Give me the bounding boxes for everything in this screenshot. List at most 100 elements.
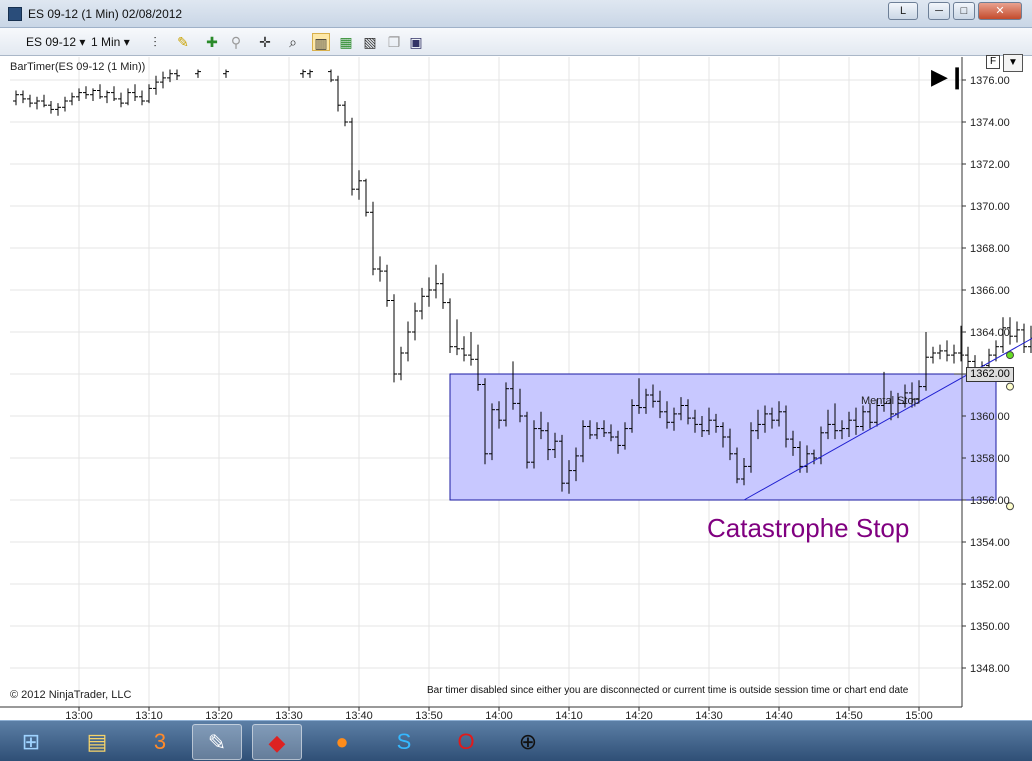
instrument-selector[interactable]: ES 09-12 ▾	[26, 32, 85, 52]
firefox-icon[interactable]: ●	[317, 724, 367, 760]
close-button[interactable]: ✕	[978, 2, 1022, 20]
x-tick-label: 14:50	[835, 710, 863, 720]
ohlc-bar	[419, 287, 425, 320]
y-tick-label: 1366.00	[970, 285, 1010, 297]
chevron-down-icon: ▾	[79, 35, 86, 49]
ohlc-bar	[944, 340, 950, 362]
ohlc-bar	[174, 69, 180, 80]
properties-icon[interactable]: ▦	[337, 33, 355, 51]
add-indicator-icon[interactable]: ✚	[203, 33, 221, 51]
ohlc-bar	[1021, 323, 1027, 353]
opera-icon[interactable]: O	[441, 724, 491, 760]
ohlc-bar	[118, 92, 124, 108]
x-tick-label: 13:50	[415, 710, 443, 720]
ohlc-bar	[132, 84, 138, 101]
toolbar: ES 09-12 ▾ 1 Min ▾ ⫶ ✎ ✚ ⚲ ✛ ⌕ ▥ ▦ ▧ ❐ ▣	[0, 28, 1032, 56]
ohlc-bar	[153, 75, 159, 95]
ohlc-bar	[76, 88, 82, 101]
ohlc-bar	[426, 277, 432, 307]
ohlc-bar	[41, 94, 47, 108]
green-dot	[1006, 351, 1014, 360]
ohlc-bar	[433, 264, 439, 299]
ohlc-bar	[370, 201, 376, 276]
ohlc-bar	[391, 294, 397, 383]
price-badge: 1362.00	[966, 367, 1014, 382]
crosshair-icon[interactable]: ✛	[256, 33, 274, 51]
skype-icon[interactable]: S	[379, 724, 429, 760]
crosshair-app-icon[interactable]: ⊕	[503, 724, 553, 760]
ninjatrader-icon[interactable]: ◆	[252, 724, 302, 760]
ohlc-bar	[958, 325, 964, 362]
ohlc-bar	[48, 101, 54, 114]
template-icon[interactable]: ▧	[361, 33, 379, 51]
y-tick-label: 1372.00	[970, 159, 1010, 171]
ohlc-bar	[223, 69, 229, 78]
x-tick-label: 15:00	[905, 710, 933, 720]
x-tick-label: 13:20	[205, 710, 233, 720]
explorer-icon[interactable]: ▤	[72, 724, 122, 760]
ohlc-bar	[97, 84, 103, 99]
ohlc-bar	[412, 302, 418, 341]
x-tick-label: 13:00	[65, 710, 93, 720]
three-icon[interactable]: 3	[135, 724, 185, 760]
catastrophe-stop-label: Catastrophe Stop	[707, 513, 910, 543]
ohlc-bar	[146, 84, 152, 104]
y-tick-label: 1368.00	[970, 243, 1010, 255]
ohlc-bar	[34, 96, 40, 110]
instrument-label: ES 09-12	[26, 35, 77, 49]
ohlc-bar	[27, 94, 33, 108]
scroll-to-end-icon[interactable]: ▶❙	[931, 64, 966, 90]
ohlc-bar	[937, 344, 943, 360]
ohlc-bar	[300, 69, 306, 78]
chart-trader-icon[interactable]: ▥	[312, 33, 330, 51]
ohlc-bar	[363, 178, 369, 217]
x-tick-label: 13:40	[345, 710, 373, 720]
y-tick-label: 1356.00	[970, 495, 1010, 507]
taskbar: ⊞ ▤ 3 ✎ ◆ ● S O ⊕	[0, 720, 1032, 761]
y-tick-label: 1364.00	[970, 327, 1010, 339]
x-tick-label: 14:30	[695, 710, 723, 720]
x-tick-label: 13:10	[135, 710, 163, 720]
interval-label: 1 Min	[91, 35, 121, 49]
ohlc-bar	[951, 344, 957, 364]
bar-type-icon[interactable]: ⫶	[146, 33, 164, 51]
x-tick-label: 14:20	[625, 710, 653, 720]
y-tick-label: 1370.00	[970, 201, 1010, 213]
f-button[interactable]: F	[986, 55, 1000, 69]
data-box-icon[interactable]: ▣	[407, 33, 425, 51]
price-chart[interactable]: 1376.00 1374.00 1372.00 1370.00 1368.00 1366.…	[0, 57, 1032, 720]
y-tick-label: 1348.00	[970, 663, 1010, 675]
y-tick-label: 1358.00	[970, 453, 1010, 465]
app-icon	[8, 7, 22, 21]
window-title: ES 09-12 (1 Min) 02/08/2012	[28, 7, 183, 21]
bartimer-message: Bar timer disabled since either you are …	[427, 685, 909, 696]
dropdown-arrow-icon[interactable]: ▼	[1003, 54, 1023, 72]
ohlc-bar	[125, 88, 131, 106]
zoom-icon[interactable]: ⌕	[284, 33, 302, 51]
y-tick-label: 1350.00	[970, 621, 1010, 633]
start-button[interactable]: ⊞	[6, 724, 56, 760]
x-tick-label: 14:00	[485, 710, 513, 720]
interval-selector[interactable]: 1 Min ▾	[91, 32, 130, 52]
strategy-icon[interactable]: ⚲	[227, 33, 245, 51]
minimize-button[interactable]: ─	[928, 2, 950, 20]
chart-panel[interactable]: 1376.00 1374.00 1372.00 1370.00 1368.00 1366.…	[0, 54, 1032, 720]
pencil-icon[interactable]: ✎	[174, 33, 192, 51]
ohlc-bar	[20, 90, 26, 104]
maximize-button[interactable]: □	[953, 2, 975, 20]
link-button[interactable]: L	[888, 2, 918, 20]
x-axis: 13:00 13:10 13:20 13:30 13:40 13:50 14:00 14:10…	[0, 706, 962, 720]
ohlc-bar	[468, 332, 474, 366]
ohlc-bar	[440, 273, 446, 309]
ohlc-bar	[454, 319, 460, 356]
copy-icon[interactable]: ❐	[385, 33, 403, 51]
paint-icon[interactable]: ✎	[192, 724, 242, 760]
indicator-label: BarTimer(ES 09-12 (1 Min))	[10, 61, 146, 73]
ohlc-bar	[139, 90, 145, 106]
mental-stop-dot	[1006, 382, 1014, 391]
ohlc-bar	[55, 103, 61, 116]
y-tick-label: 1360.00	[970, 411, 1010, 423]
ohlc-bar	[13, 90, 19, 106]
ohlc-bar	[83, 86, 89, 99]
ohlc-bar	[461, 336, 467, 362]
